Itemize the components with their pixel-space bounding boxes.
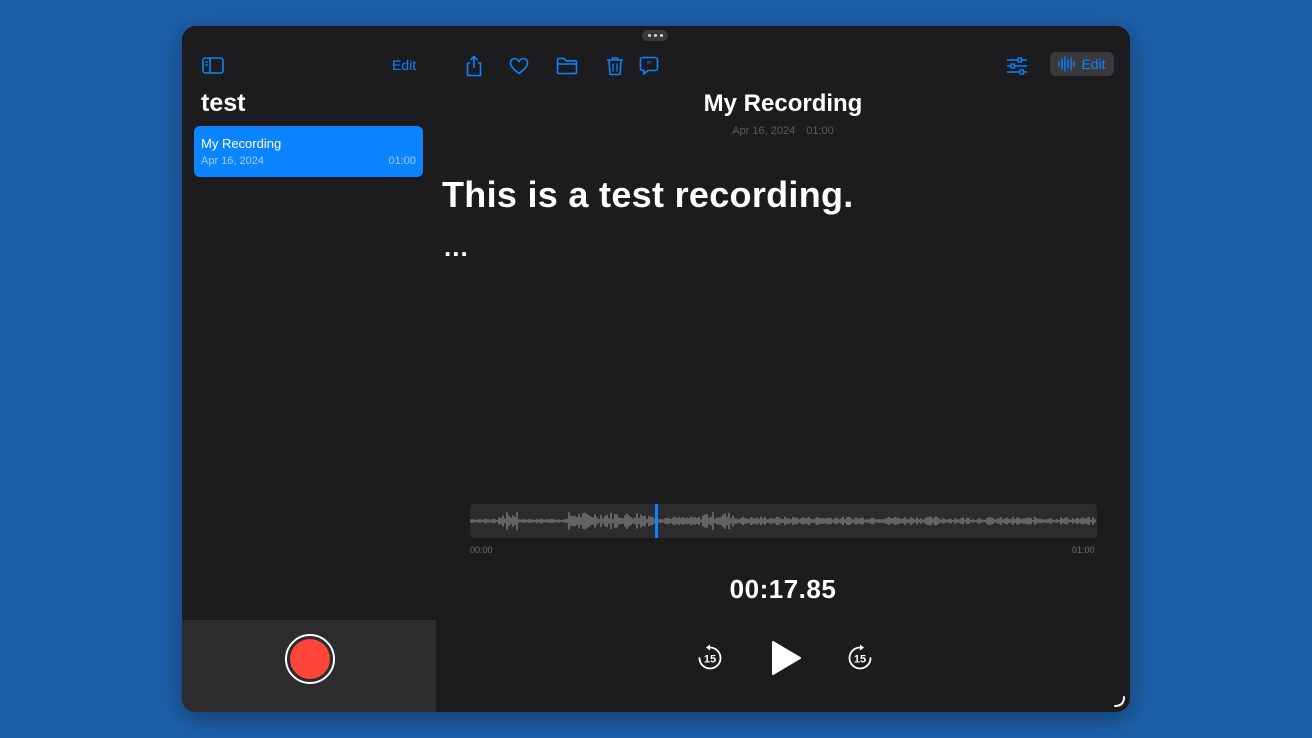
- recording-detail: " Edit My Recording Apr 16, 2024 01:00 T…: [436, 26, 1130, 712]
- transcript-text: This is a test recording.: [442, 174, 854, 215]
- recording-duration: 01:00: [806, 125, 834, 137]
- recording-list-item[interactable]: My Recording Apr 16, 2024 01:00: [194, 126, 423, 177]
- sidebar-toggle-icon[interactable]: [200, 54, 226, 76]
- svg-text:15: 15: [854, 654, 866, 666]
- svg-text:15: 15: [704, 654, 716, 666]
- skip-back-15-icon: 15: [698, 644, 722, 670]
- voice-memos-window: Edit test My Recording Apr 16, 2024 01:0…: [182, 26, 1130, 712]
- heart-icon[interactable]: [506, 54, 532, 78]
- svg-text:": ": [647, 61, 652, 71]
- sidebar-footer: [182, 620, 436, 712]
- elapsed-time: 00:17.85: [729, 574, 837, 604]
- recording-item-name: My Recording: [201, 136, 282, 151]
- play-icon: [772, 641, 801, 675]
- recording-meta: Apr 16, 2024 01:00: [436, 125, 1130, 137]
- sliders-icon[interactable]: [1004, 54, 1030, 78]
- waveform-scrubber[interactable]: [470, 504, 1097, 538]
- recording-date: Apr 16, 2024: [732, 125, 796, 137]
- play-button[interactable]: [766, 636, 806, 680]
- waveform-edit-button[interactable]: Edit: [1050, 52, 1114, 76]
- skip-forward-button[interactable]: 15: [840, 636, 880, 680]
- sidebar-edit-button[interactable]: Edit: [392, 57, 416, 73]
- share-icon[interactable]: [461, 54, 487, 78]
- sidebar: Edit test My Recording Apr 16, 2024 01:0…: [182, 26, 436, 712]
- waveform-icon: [1058, 56, 1076, 72]
- transcript-bubble-icon[interactable]: ": [636, 54, 662, 78]
- waveform-edit-label: Edit: [1081, 56, 1106, 72]
- folder-title: test: [201, 89, 246, 117]
- skip-back-button[interactable]: 15: [690, 636, 730, 680]
- waveform-start-time: 00:00: [470, 545, 493, 555]
- trash-icon[interactable]: [602, 54, 628, 78]
- skip-forward-15-icon: 15: [848, 644, 872, 670]
- folder-icon[interactable]: [554, 54, 580, 78]
- window-resize-handle[interactable]: [1112, 694, 1126, 708]
- record-button[interactable]: [285, 634, 335, 684]
- recording-title[interactable]: My Recording: [436, 90, 1130, 118]
- waveform-end-time: 01:00: [1072, 545, 1095, 555]
- recording-item-date: Apr 16, 2024: [201, 155, 264, 167]
- waveform-graph: [470, 504, 1096, 538]
- transcript-ellipsis: ...: [444, 232, 469, 262]
- recording-item-duration: 01:00: [388, 155, 416, 167]
- record-icon: [290, 639, 330, 679]
